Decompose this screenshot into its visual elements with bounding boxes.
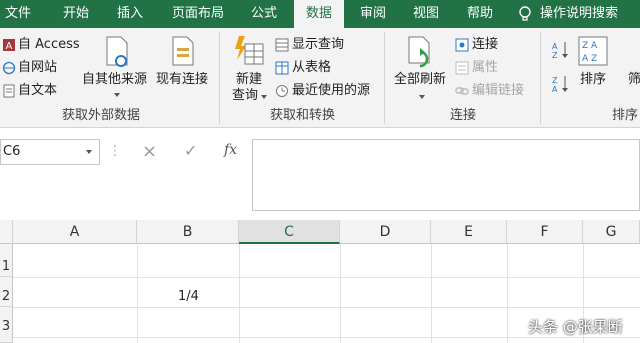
- select-all-corner[interactable]: [0, 220, 13, 244]
- svg-text:A Z: A Z: [582, 54, 597, 64]
- tab-help[interactable]: 帮助: [456, 0, 504, 28]
- group-divider: [540, 32, 541, 124]
- group-label-connections: 连接: [450, 108, 477, 123]
- lightbulb-icon: [519, 6, 531, 21]
- svg-text:A: A: [6, 41, 13, 52]
- svg-text:A: A: [552, 42, 558, 51]
- gridline: [507, 244, 508, 343]
- svg-text:Z: Z: [552, 51, 558, 60]
- svg-text:Z A: Z A: [582, 41, 598, 51]
- tab-review[interactable]: 审阅: [350, 0, 396, 28]
- worksheet-grid: A B C D E F G 1 2 3 1/4 头条 @张果断: [0, 220, 640, 343]
- watermark: 头条 @张果断: [528, 318, 623, 336]
- show-queries-button[interactable]: 显示查询: [292, 37, 344, 53]
- gridline: [340, 244, 341, 343]
- web-icon: [2, 61, 16, 75]
- group-divider: [219, 32, 220, 124]
- chevron-down-icon[interactable]: [86, 150, 92, 154]
- tab-home[interactable]: 开始: [52, 0, 100, 28]
- gridline: [239, 244, 240, 343]
- name-box[interactable]: C6: [0, 139, 100, 165]
- access-icon: A: [3, 39, 15, 52]
- grip-icon: ⋮: [108, 143, 122, 159]
- connections-icon: [455, 38, 469, 52]
- gridline: [137, 244, 138, 343]
- tab-page-layout[interactable]: 页面布局: [162, 0, 234, 28]
- tab-formulas[interactable]: 公式: [240, 0, 288, 28]
- new-query-icon: [235, 36, 264, 65]
- existing-connections-icon: [172, 36, 194, 66]
- from-text-button[interactable]: 自文本: [18, 83, 57, 99]
- column-header-b[interactable]: B: [137, 220, 239, 244]
- from-table-button[interactable]: 从表格: [292, 60, 331, 76]
- recent-sources-button[interactable]: 最近使用的源: [292, 83, 370, 99]
- edit-links-button[interactable]: 编辑链接: [472, 83, 524, 99]
- svg-text:Z: Z: [552, 76, 558, 85]
- row-header-1[interactable]: 1: [0, 244, 13, 277]
- row-header-2[interactable]: 2: [0, 277, 13, 307]
- from-access-button[interactable]: 自 Access: [18, 37, 80, 53]
- other-sources-icon: [106, 36, 128, 67]
- show-queries-icon: [275, 38, 289, 52]
- new-query-label-2[interactable]: 查询: [232, 88, 258, 104]
- from-table-icon: [275, 61, 289, 75]
- column-header-d[interactable]: D: [340, 220, 431, 244]
- edit-links-icon: [455, 87, 469, 95]
- existing-connections-button[interactable]: 现有连接: [156, 72, 208, 88]
- connections-button[interactable]: 连接: [472, 37, 498, 53]
- formula-buttons: ⋮ × ✓ fx: [108, 139, 250, 165]
- from-other-sources-button[interactable]: 自其他来源: [82, 72, 147, 88]
- tab-view[interactable]: 视图: [402, 0, 450, 28]
- sort-dialog-icon: Z A A Z: [578, 36, 608, 66]
- cancel-icon[interactable]: ×: [142, 141, 157, 162]
- group-label-get-transform: 获取和转换: [270, 108, 336, 123]
- column-header-g[interactable]: G: [583, 220, 640, 244]
- sort-descending-icon: ZA: [552, 76, 568, 94]
- new-query-label-1[interactable]: 新建: [236, 72, 262, 88]
- gridline: [431, 244, 432, 343]
- cell-b2[interactable]: 1/4: [178, 289, 199, 304]
- group-label-sort-filter: 排序: [612, 108, 639, 123]
- refresh-all-button[interactable]: 全部刷新: [394, 72, 446, 88]
- ribbon-tab-bar: 文件 开始 插入 页面布局 公式 数据 审阅 视图 帮助 操作说明搜索: [0, 0, 640, 30]
- gridline: [13, 277, 640, 278]
- enter-icon[interactable]: ✓: [184, 141, 197, 160]
- tab-insert[interactable]: 插入: [106, 0, 154, 28]
- gridline: [13, 307, 640, 308]
- properties-icon: [455, 61, 469, 75]
- chevron-down-icon: [114, 93, 120, 97]
- gridline: [13, 337, 640, 338]
- sort-button[interactable]: 排序: [580, 72, 606, 88]
- column-header-e[interactable]: E: [431, 220, 507, 244]
- properties-button[interactable]: 属性: [472, 60, 498, 76]
- refresh-all-icon: [408, 36, 430, 68]
- ribbon: A 自 Access 自网站 自文本 自其他来源 现有连接 获取外部数据 新建 …: [0, 28, 640, 128]
- column-header-f[interactable]: F: [507, 220, 583, 244]
- tab-file[interactable]: 文件: [0, 0, 36, 28]
- formula-bar: C6 ⋮ × ✓ fx: [0, 128, 640, 220]
- chevron-down-icon: [261, 95, 267, 99]
- recent-sources-icon: [276, 85, 288, 97]
- insert-function-icon[interactable]: fx: [224, 142, 237, 158]
- column-header-a[interactable]: A: [13, 220, 137, 244]
- column-header-c[interactable]: C: [239, 220, 340, 244]
- from-web-button[interactable]: 自网站: [18, 60, 57, 76]
- filter-button[interactable]: 筛: [628, 72, 640, 88]
- tab-data[interactable]: 数据: [294, 0, 344, 30]
- tell-me-search[interactable]: 操作说明搜索: [540, 0, 640, 28]
- group-divider: [384, 32, 385, 124]
- formula-input[interactable]: [252, 139, 640, 211]
- group-label-get-external: 获取外部数据: [62, 108, 141, 123]
- svg-text:A: A: [552, 85, 558, 94]
- text-file-icon: [3, 84, 15, 98]
- chevron-down-icon: [419, 95, 425, 99]
- sort-ascending-icon: AZ: [552, 42, 568, 60]
- row-header-3[interactable]: 3: [0, 307, 13, 343]
